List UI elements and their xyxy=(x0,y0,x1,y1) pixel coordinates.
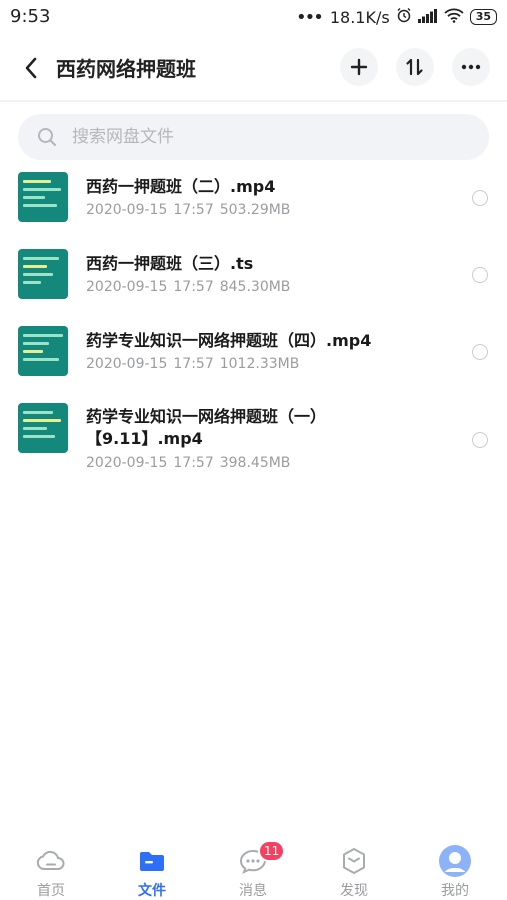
file-size: 845.30MB xyxy=(219,279,291,295)
file-time: 17:57 xyxy=(173,202,214,218)
file-size: 398.45MB xyxy=(219,455,291,471)
network-speed: 18.1K/s xyxy=(329,7,390,27)
select-radio[interactable] xyxy=(472,190,488,206)
header-divider xyxy=(0,100,507,102)
status-icons: ••• 18.1K/s 35 xyxy=(295,6,497,28)
sort-arrows-icon xyxy=(406,58,423,76)
file-size: 1012.33MB xyxy=(219,356,300,372)
file-name-line-2: 【9.11】.mp4 xyxy=(86,429,203,448)
file-meta: 2020-09-15 17:57 503.29MB xyxy=(86,202,296,218)
cloud-icon xyxy=(34,844,68,878)
file-row[interactable]: 药学专业知识一网络押题班（四）.mp4 2020-09-15 17:57 1012.… xyxy=(0,324,507,384)
file-name: 药学专业知识一网络押题班（四）.mp4 xyxy=(86,331,372,350)
folder-icon xyxy=(135,844,169,878)
file-row[interactable]: 西药一押题班（二）.mp4 2020-09-15 17:57 503.29MB xyxy=(0,170,507,230)
select-radio[interactable] xyxy=(472,267,488,283)
unread-badge: 11 xyxy=(258,840,286,862)
file-date: 2020-09-15 xyxy=(86,455,168,471)
page-title: 西药网络押题班 xyxy=(56,57,196,81)
select-radio[interactable] xyxy=(472,432,488,448)
nav-discover-label: 发现 xyxy=(340,883,368,899)
chat-bubble-icon: 11 xyxy=(236,840,286,878)
nav-files-label: 文件 xyxy=(138,883,166,899)
add-button[interactable] xyxy=(340,48,378,86)
signal-icon xyxy=(417,8,438,27)
file-date: 2020-09-15 xyxy=(86,202,168,218)
file-date: 2020-09-15 xyxy=(86,356,168,372)
nav-files[interactable]: 文件 xyxy=(112,838,192,900)
search-icon xyxy=(36,126,58,148)
file-name: 西药一押题班（二）.mp4 xyxy=(86,177,276,196)
nav-messages-label: 消息 xyxy=(239,883,267,899)
file-name: 西药一押题班（三）.ts xyxy=(86,254,254,273)
file-name: 药学专业知识一网络押题班（一） 【9.11】.mp4 xyxy=(86,406,446,450)
file-time: 17:57 xyxy=(173,356,214,372)
sort-button[interactable] xyxy=(396,48,434,86)
wifi-icon xyxy=(444,8,464,27)
nav-profile-label: 我的 xyxy=(441,883,469,899)
select-radio[interactable] xyxy=(472,344,488,360)
plus-icon xyxy=(350,58,368,76)
nav-profile[interactable]: 我的 xyxy=(415,838,495,900)
avatar-icon xyxy=(438,844,472,878)
chevron-left-icon xyxy=(25,57,37,79)
file-time: 17:57 xyxy=(173,279,214,295)
file-meta: 2020-09-15 17:57 398.45MB xyxy=(86,455,296,471)
video-thumbnail xyxy=(18,172,68,222)
file-meta: 2020-09-15 17:57 1012.33MB xyxy=(86,356,305,372)
more-dots-icon: ••• xyxy=(295,6,324,28)
file-name-line-1: 药学专业知识一网络押题班（一） xyxy=(86,407,327,426)
search-bar[interactable] xyxy=(18,114,489,160)
header: 西药网络押题班 xyxy=(0,40,507,96)
cube-icon xyxy=(337,844,371,878)
file-row[interactable]: 药学专业知识一网络押题班（一） 【9.11】.mp4 2020-09-15 17:… xyxy=(0,401,507,479)
more-button[interactable] xyxy=(452,48,490,86)
nav-home[interactable]: 首页 xyxy=(11,838,91,900)
back-button[interactable] xyxy=(14,51,48,85)
search-input[interactable] xyxy=(70,126,454,148)
file-size: 503.29MB xyxy=(219,202,291,218)
status-time: 9:53 xyxy=(10,6,51,27)
file-time: 17:57 xyxy=(173,455,214,471)
bottom-nav: 首页 文件 11 消息 发现 我的 xyxy=(0,838,507,900)
nav-discover[interactable]: 发现 xyxy=(314,838,394,900)
nav-messages[interactable]: 11 消息 xyxy=(213,838,293,900)
ellipsis-icon xyxy=(461,64,481,70)
file-row[interactable]: 西药一押题班（三）.ts 2020-09-15 17:57 845.30MB xyxy=(0,247,507,307)
nav-home-label: 首页 xyxy=(37,883,65,899)
alarm-icon xyxy=(396,7,412,27)
file-meta: 2020-09-15 17:57 845.30MB xyxy=(86,279,296,295)
video-thumbnail xyxy=(18,249,68,299)
video-thumbnail xyxy=(18,326,68,376)
status-bar: 9:53 ••• 18.1K/s 35 xyxy=(0,0,507,34)
battery-icon: 35 xyxy=(469,9,497,25)
video-thumbnail xyxy=(18,403,68,453)
file-date: 2020-09-15 xyxy=(86,279,168,295)
